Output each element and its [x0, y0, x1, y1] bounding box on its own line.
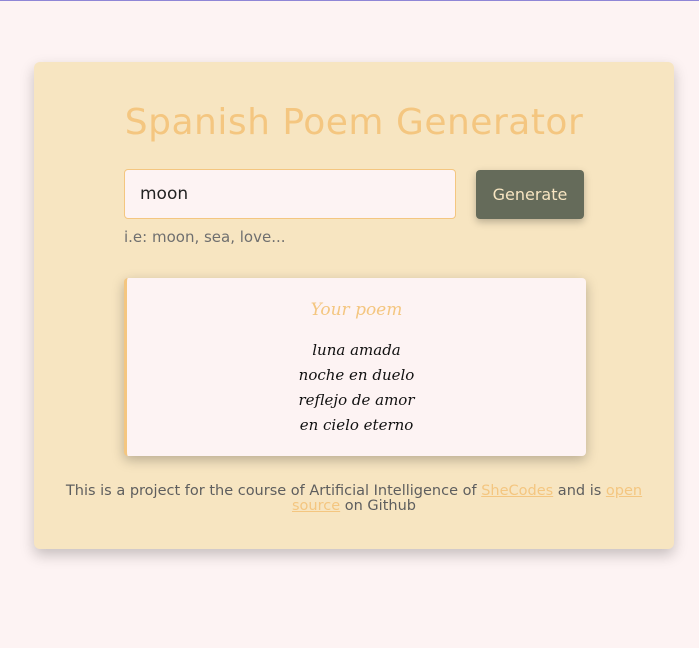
poem-box: Your poem luna amada noche en duelo refl… [124, 278, 586, 456]
footer-text: on Github [340, 498, 416, 514]
search-input[interactable] [124, 169, 456, 219]
search-hint: i.e: moon, sea, love... [124, 228, 286, 246]
shecodes-link[interactable]: SheCodes [481, 483, 553, 499]
footer: This is a project for the course of Arti… [54, 484, 654, 514]
generate-button[interactable]: Generate [476, 170, 584, 219]
poem-line: reflejo de amor [298, 391, 415, 409]
footer-text: and is [553, 483, 606, 499]
poem-line: noche en duelo [298, 366, 415, 384]
main-card: Spanish Poem Generator Generate i.e: moo… [34, 62, 674, 549]
poem-line: luna amada [312, 341, 401, 359]
footer-text: This is a project for the course of Arti… [65, 483, 482, 499]
poem-lines: luna amada noche en duelo reflejo de amo… [127, 338, 586, 438]
page-title: Spanish Poem Generator [124, 102, 584, 143]
poem-line: en cielo eterno [299, 416, 414, 434]
poem-heading: Your poem [310, 300, 403, 320]
